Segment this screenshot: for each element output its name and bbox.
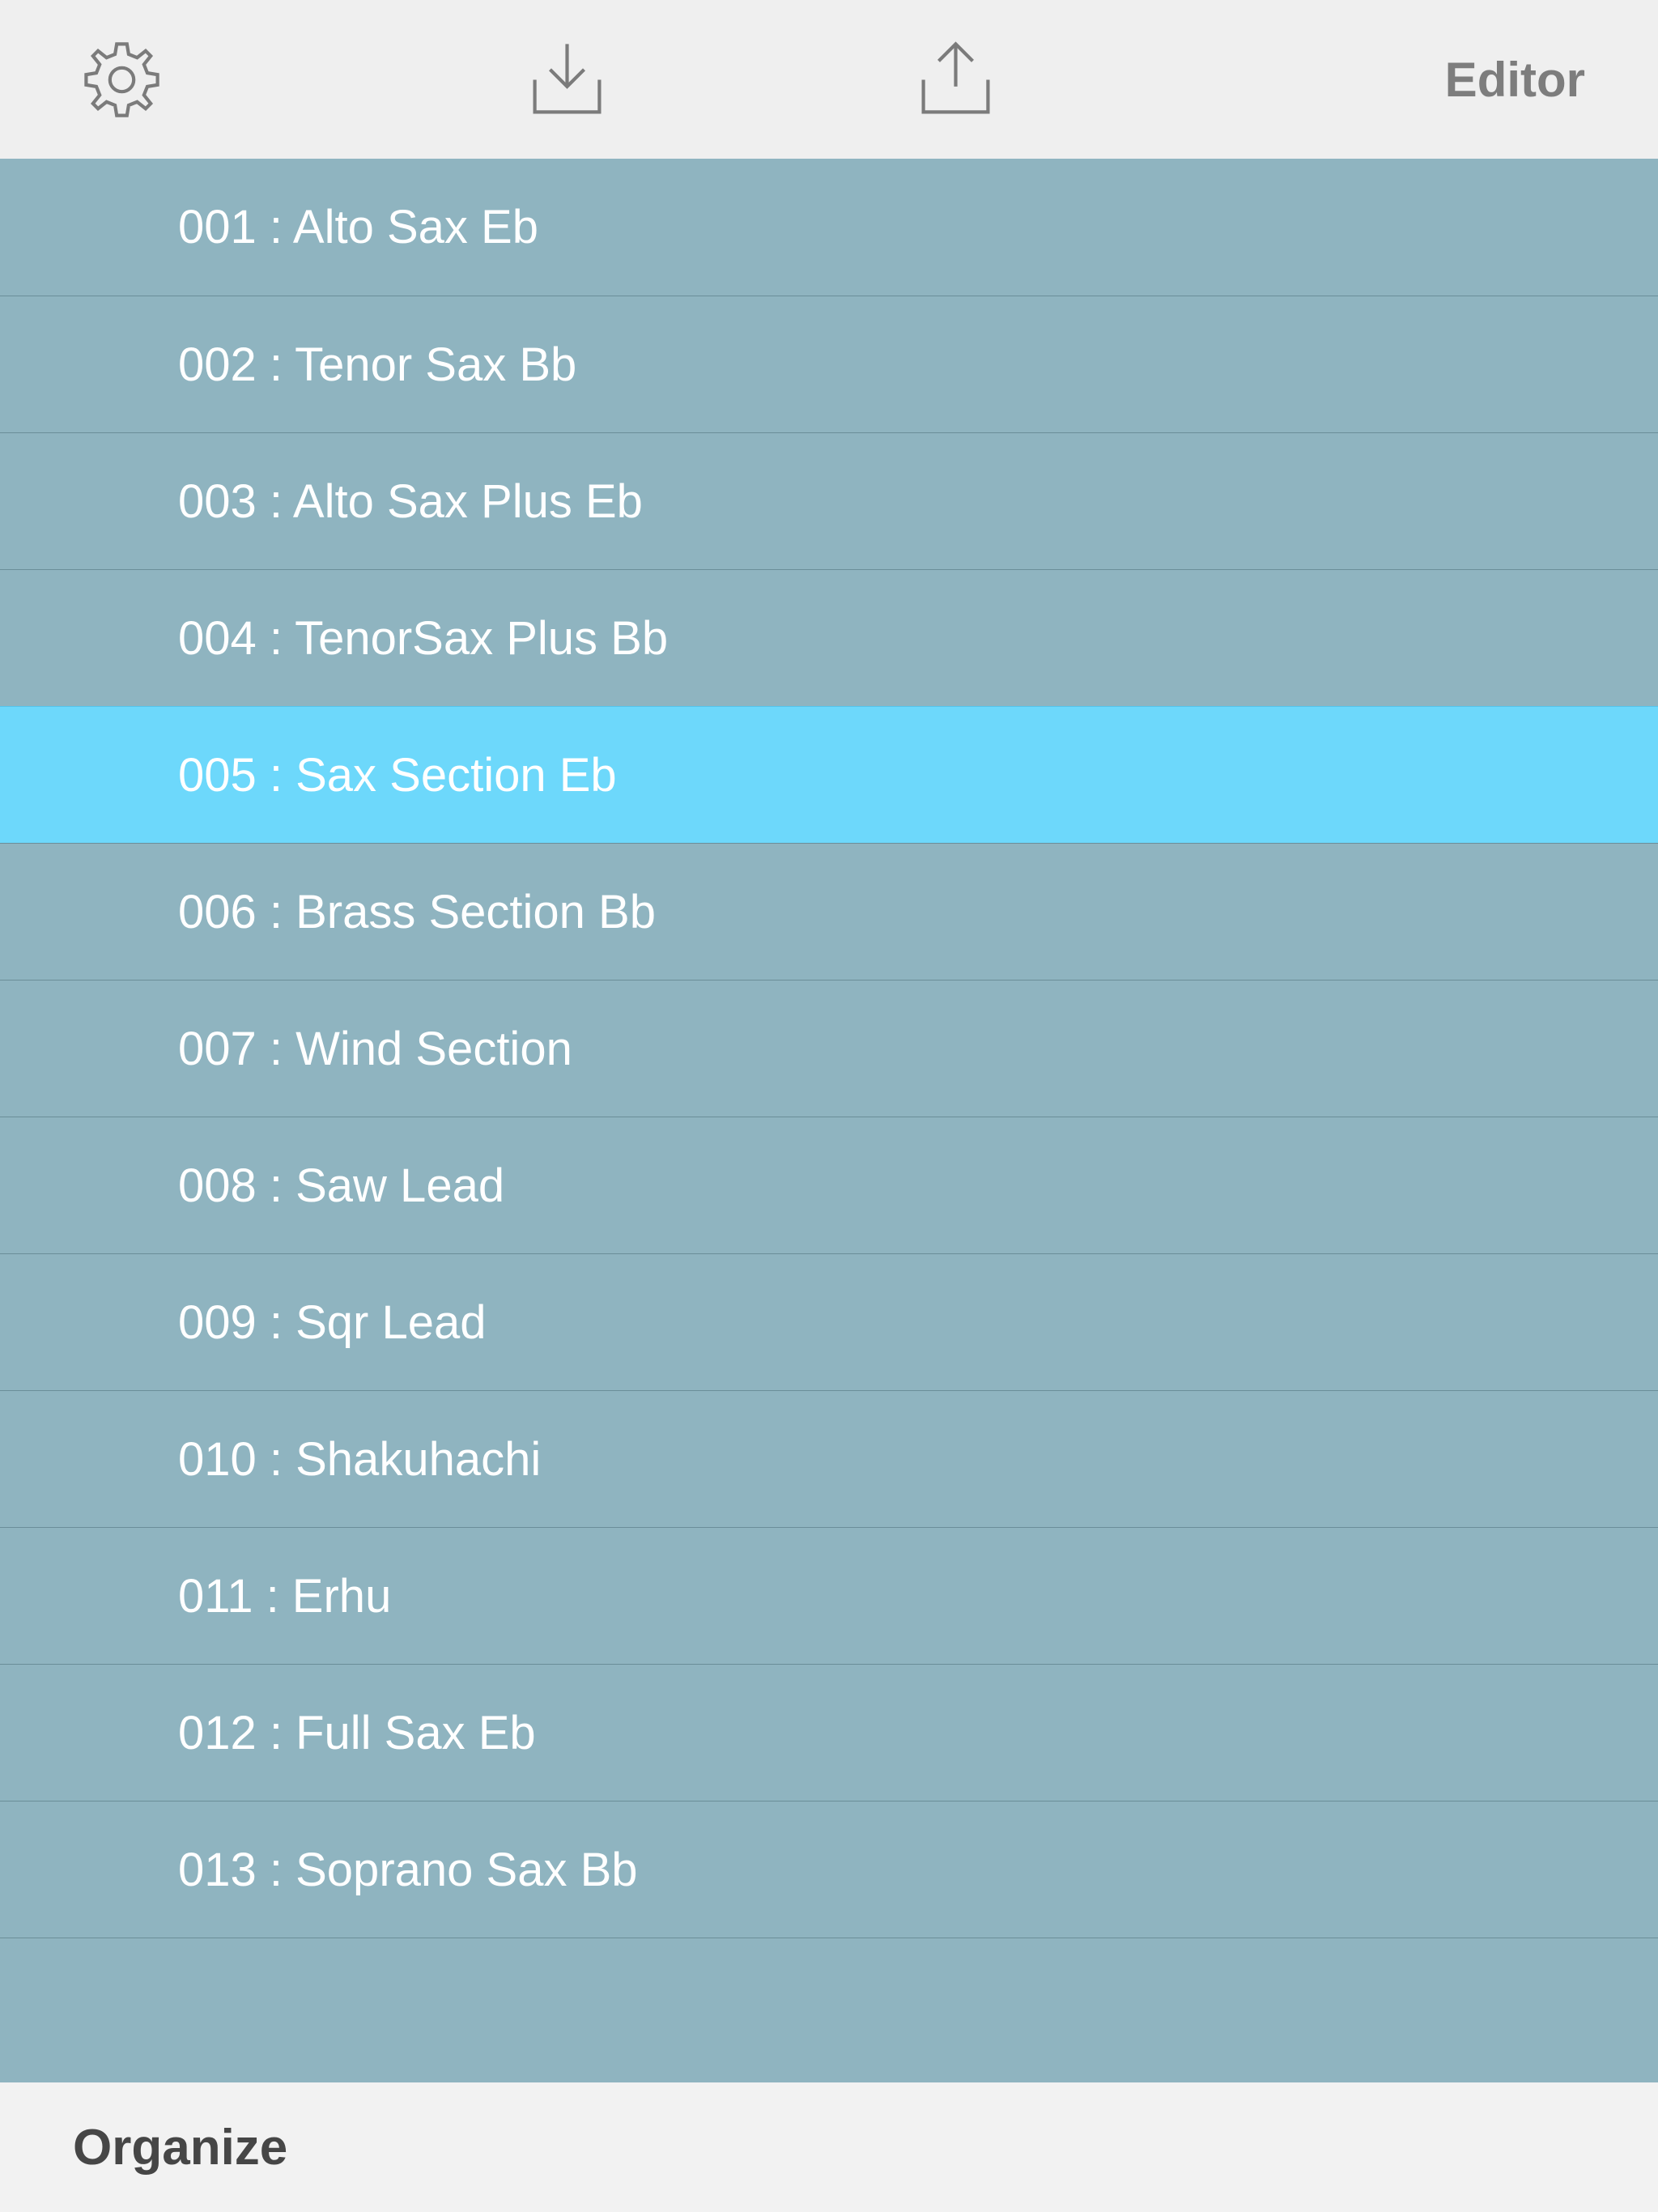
list-item[interactable]: 010 : Shakuhachi [0,1390,1658,1528]
list-item[interactable]: 002 : Tenor Sax Bb [0,296,1658,433]
share-icon [913,37,998,122]
list-item-label: 007 : Wind Section [178,1022,572,1076]
list-item[interactable]: 004 : TenorSax Plus Bb [0,569,1658,707]
list-item-label: 004 : TenorSax Plus Bb [178,611,668,666]
list-item[interactable]: 001 : Alto Sax Eb [0,159,1658,296]
editor-button[interactable]: Editor [1445,52,1585,108]
list-item-label: 006 : Brass Section Bb [178,885,656,939]
list-item-label: 001 : Alto Sax Eb [178,200,538,254]
list-item[interactable]: 005 : Sax Section Eb [0,706,1658,844]
gear-icon [79,37,164,122]
settings-button[interactable] [73,37,170,122]
list-item-label: 009 : Sqr Lead [178,1295,487,1350]
list-item[interactable]: 009 : Sqr Lead [0,1253,1658,1391]
preset-list: 001 : Alto Sax Eb 002 : Tenor Sax Bb 003… [0,159,1658,2082]
list-item-label: 010 : Shakuhachi [178,1432,541,1487]
list-item-label: 008 : Saw Lead [178,1159,504,1213]
list-item-label: 013 : Soprano Sax Bb [178,1843,638,1897]
list-item[interactable]: 007 : Wind Section [0,980,1658,1117]
toolbar: Editor [0,0,1658,159]
list-item[interactable]: 012 : Full Sax Eb [0,1664,1658,1802]
list-item-label: 011 : Erhu [178,1569,391,1623]
share-button[interactable] [907,37,1004,122]
list-item[interactable]: 006 : Brass Section Bb [0,843,1658,981]
list-item[interactable]: 008 : Saw Lead [0,1117,1658,1254]
list-item[interactable]: 003 : Alto Sax Plus Eb [0,432,1658,570]
list-item-label: 012 : Full Sax Eb [178,1706,536,1760]
list-item-label: 003 : Alto Sax Plus Eb [178,474,643,529]
download-icon [525,37,610,122]
download-button[interactable] [518,37,615,122]
list-item-label: 002 : Tenor Sax Bb [178,338,576,392]
list-item[interactable]: 011 : Erhu [0,1527,1658,1665]
list-item[interactable]: 013 : Soprano Sax Bb [0,1801,1658,1938]
organize-button[interactable]: Organize [73,2119,287,2176]
bottombar: Organize [0,2082,1658,2212]
list-item-label: 005 : Sax Section Eb [178,748,617,802]
